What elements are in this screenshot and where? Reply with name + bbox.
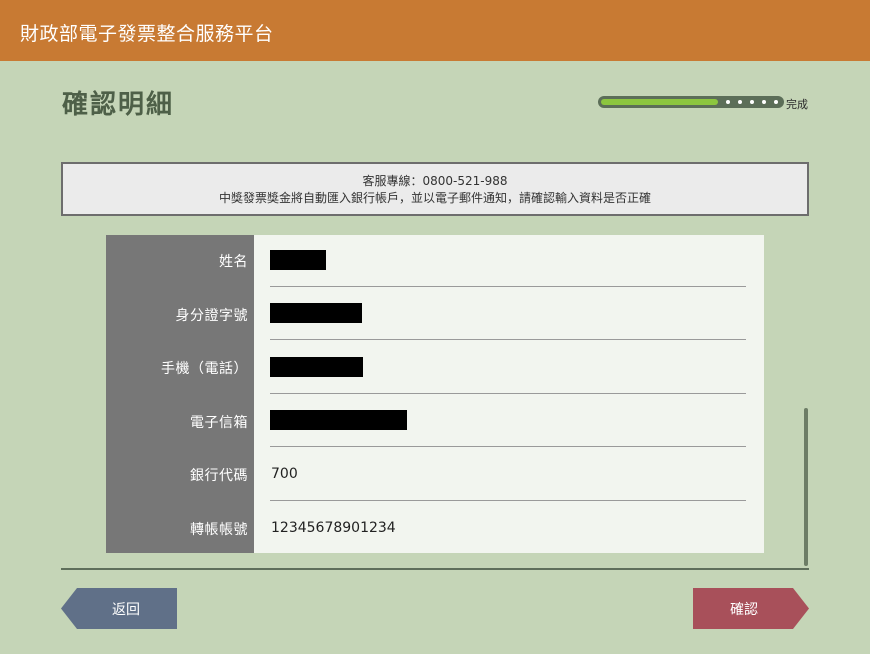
page-title: 確認明細 bbox=[62, 90, 175, 120]
scrollbar[interactable] bbox=[804, 408, 808, 566]
progress-step-dot bbox=[738, 100, 742, 104]
hotline-text: 客服專線：0800-521-988 bbox=[362, 174, 508, 188]
row-divider bbox=[270, 500, 746, 501]
value-account-number: 12345678901234 bbox=[271, 520, 396, 536]
row-divider bbox=[270, 393, 746, 394]
progress-label: 完成 bbox=[786, 98, 808, 111]
label-bank-code: 銀行代碼 bbox=[190, 468, 248, 484]
value-bank-code: 700 bbox=[271, 466, 298, 482]
back-button[interactable]: 返回 bbox=[61, 588, 177, 629]
redacted-email bbox=[270, 410, 407, 430]
row-divider bbox=[270, 446, 746, 447]
row-divider bbox=[270, 339, 746, 340]
progress-step-dot bbox=[750, 100, 754, 104]
redacted-phone bbox=[270, 357, 363, 377]
notice-message: 中獎發票獎金將自動匯入銀行帳戶，並以電子郵件通知，請確認輸入資料是否正確 bbox=[218, 191, 651, 205]
label-account-number: 轉帳帳號 bbox=[190, 522, 248, 538]
redacted-id-number bbox=[270, 303, 362, 323]
redacted-name bbox=[270, 250, 326, 270]
app-title: 財政部電子發票整合服務平台 bbox=[20, 23, 274, 45]
label-name: 姓名 bbox=[219, 254, 248, 270]
progress-step-dot bbox=[726, 100, 730, 104]
label-column bbox=[106, 235, 254, 553]
detail-panel: 姓名 身分證字號 手機（電話） 電子信箱 銀行代碼 700 轉帳帳號 12345… bbox=[106, 235, 764, 553]
label-email: 電子信箱 bbox=[190, 415, 248, 431]
progress-fill bbox=[601, 99, 718, 105]
label-phone: 手機（電話） bbox=[161, 361, 248, 377]
progress-step-dot bbox=[774, 100, 778, 104]
row-divider bbox=[270, 286, 746, 287]
top-bar: 財政部電子發票整合服務平台 bbox=[0, 0, 870, 61]
label-id-number: 身分證字號 bbox=[175, 308, 248, 324]
confirm-button[interactable]: 確認 bbox=[693, 588, 809, 629]
progress-bar bbox=[598, 96, 784, 108]
notice-box: 客服專線：0800-521-988 中獎發票獎金將自動匯入銀行帳戶，並以電子郵件… bbox=[61, 162, 809, 216]
progress-step-dot bbox=[762, 100, 766, 104]
footer-divider bbox=[61, 568, 809, 570]
